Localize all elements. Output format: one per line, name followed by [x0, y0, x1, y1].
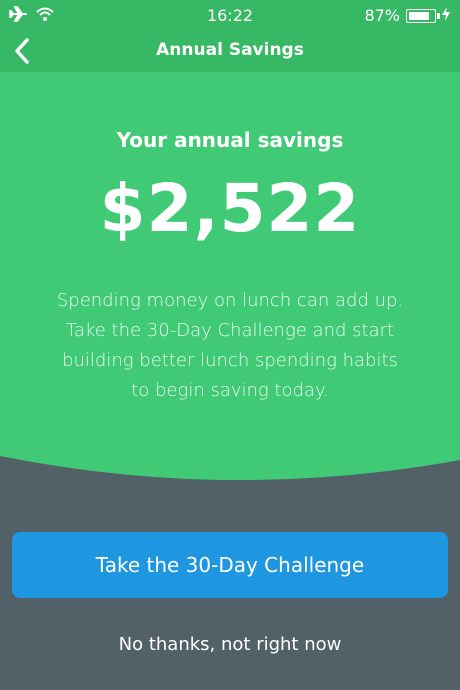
- battery-icon: [406, 8, 440, 23]
- savings-hero: Your annual savings $2,522 Spending mone…: [0, 72, 460, 482]
- savings-amount: $2,522: [99, 170, 361, 247]
- battery-fill: [409, 11, 429, 20]
- battery-percent: 87%: [364, 6, 400, 25]
- navigation-bar: Annual Savings: [0, 30, 460, 72]
- take-challenge-button[interactable]: Take the 30-Day Challenge: [12, 532, 448, 598]
- savings-heading: Your annual savings: [116, 128, 344, 152]
- status-right: 87%: [364, 6, 450, 25]
- charging-icon: [442, 6, 450, 25]
- no-thanks-link[interactable]: No thanks, not right now: [0, 634, 460, 655]
- savings-description: Spending money on lunch can add up. Take…: [56, 290, 404, 401]
- page-title: Annual Savings: [156, 40, 304, 60]
- status-bar: 16:22 87%: [0, 0, 460, 30]
